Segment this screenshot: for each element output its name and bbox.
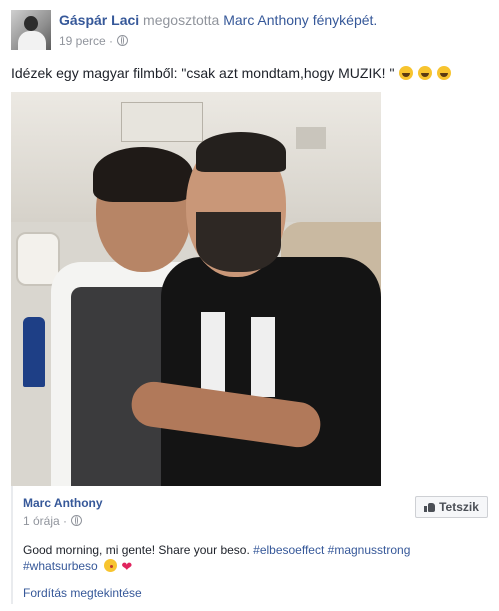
photo-person1-hair	[93, 147, 193, 202]
laughing-emoji-icon	[399, 66, 414, 80]
like-button-label: Tetszik	[439, 500, 479, 514]
photo-vent	[296, 127, 326, 149]
post-meta: 19 perce ·	[59, 34, 129, 48]
photo-shirt-stripe	[251, 317, 275, 397]
heart-icon: ❤	[121, 559, 133, 574]
author-avatar[interactable]	[11, 10, 51, 50]
shared-text: Good morning, mi gente! Share your beso.	[23, 543, 250, 557]
hashtag-link[interactable]: #whatsurbeso	[23, 559, 98, 573]
meta-separator: ·	[63, 514, 68, 528]
meta-separator: ·	[109, 34, 114, 48]
header-line: Gáspár Laci megosztotta Marc Anthony fén…	[59, 12, 377, 28]
shared-text-line2: #whatsurbeso ❤	[23, 559, 132, 575]
laughing-emoji-icon	[418, 66, 433, 80]
globe-icon[interactable]	[71, 515, 83, 526]
globe-icon[interactable]	[117, 35, 129, 46]
hashtag-link[interactable]: #magnusstrong	[328, 543, 411, 557]
shared-text-line1: Good morning, mi gente! Share your beso.…	[23, 543, 410, 557]
laughing-emoji-icon	[437, 66, 452, 80]
post-text: Idézek egy magyar filmből: "csak azt mon…	[11, 65, 452, 81]
share-action-text: megosztotta	[143, 12, 220, 28]
photo-ceiling-panel	[121, 102, 203, 142]
photo-shirt-stripe	[201, 312, 225, 392]
thumbs-up-icon	[424, 502, 436, 512]
author-name-link[interactable]: Gáspár Laci	[59, 12, 139, 28]
like-page-button[interactable]: Tetszik	[415, 496, 488, 518]
shared-meta: 1 órája ·	[23, 514, 83, 528]
post-timestamp[interactable]: 19 perce	[59, 34, 106, 48]
see-translation-link[interactable]: Fordítás megtekintése	[23, 586, 142, 600]
avatar-body-shape	[18, 31, 46, 50]
post-text-content: Idézek egy magyar filmből: "csak azt mon…	[11, 65, 395, 81]
shared-post-attachment: Marc Anthony 1 órája · Tetszik Good morn…	[11, 486, 491, 604]
shared-source-link[interactable]: Marc Anthony fényképét.	[223, 12, 377, 28]
shared-timestamp[interactable]: 1 órája	[23, 514, 60, 528]
photo-person2-hair	[196, 132, 286, 172]
shared-photo[interactable]	[11, 92, 381, 486]
hashtag-link[interactable]: #elbesoeffect	[253, 543, 324, 557]
photo-bottle	[23, 317, 45, 387]
kiss-emoji-icon	[104, 559, 118, 572]
photo-person2-beard	[196, 212, 281, 272]
shared-author-link[interactable]: Marc Anthony	[23, 496, 103, 510]
post-header: Gáspár Laci megosztotta Marc Anthony fén…	[11, 10, 491, 54]
avatar-head-shape	[24, 16, 38, 31]
